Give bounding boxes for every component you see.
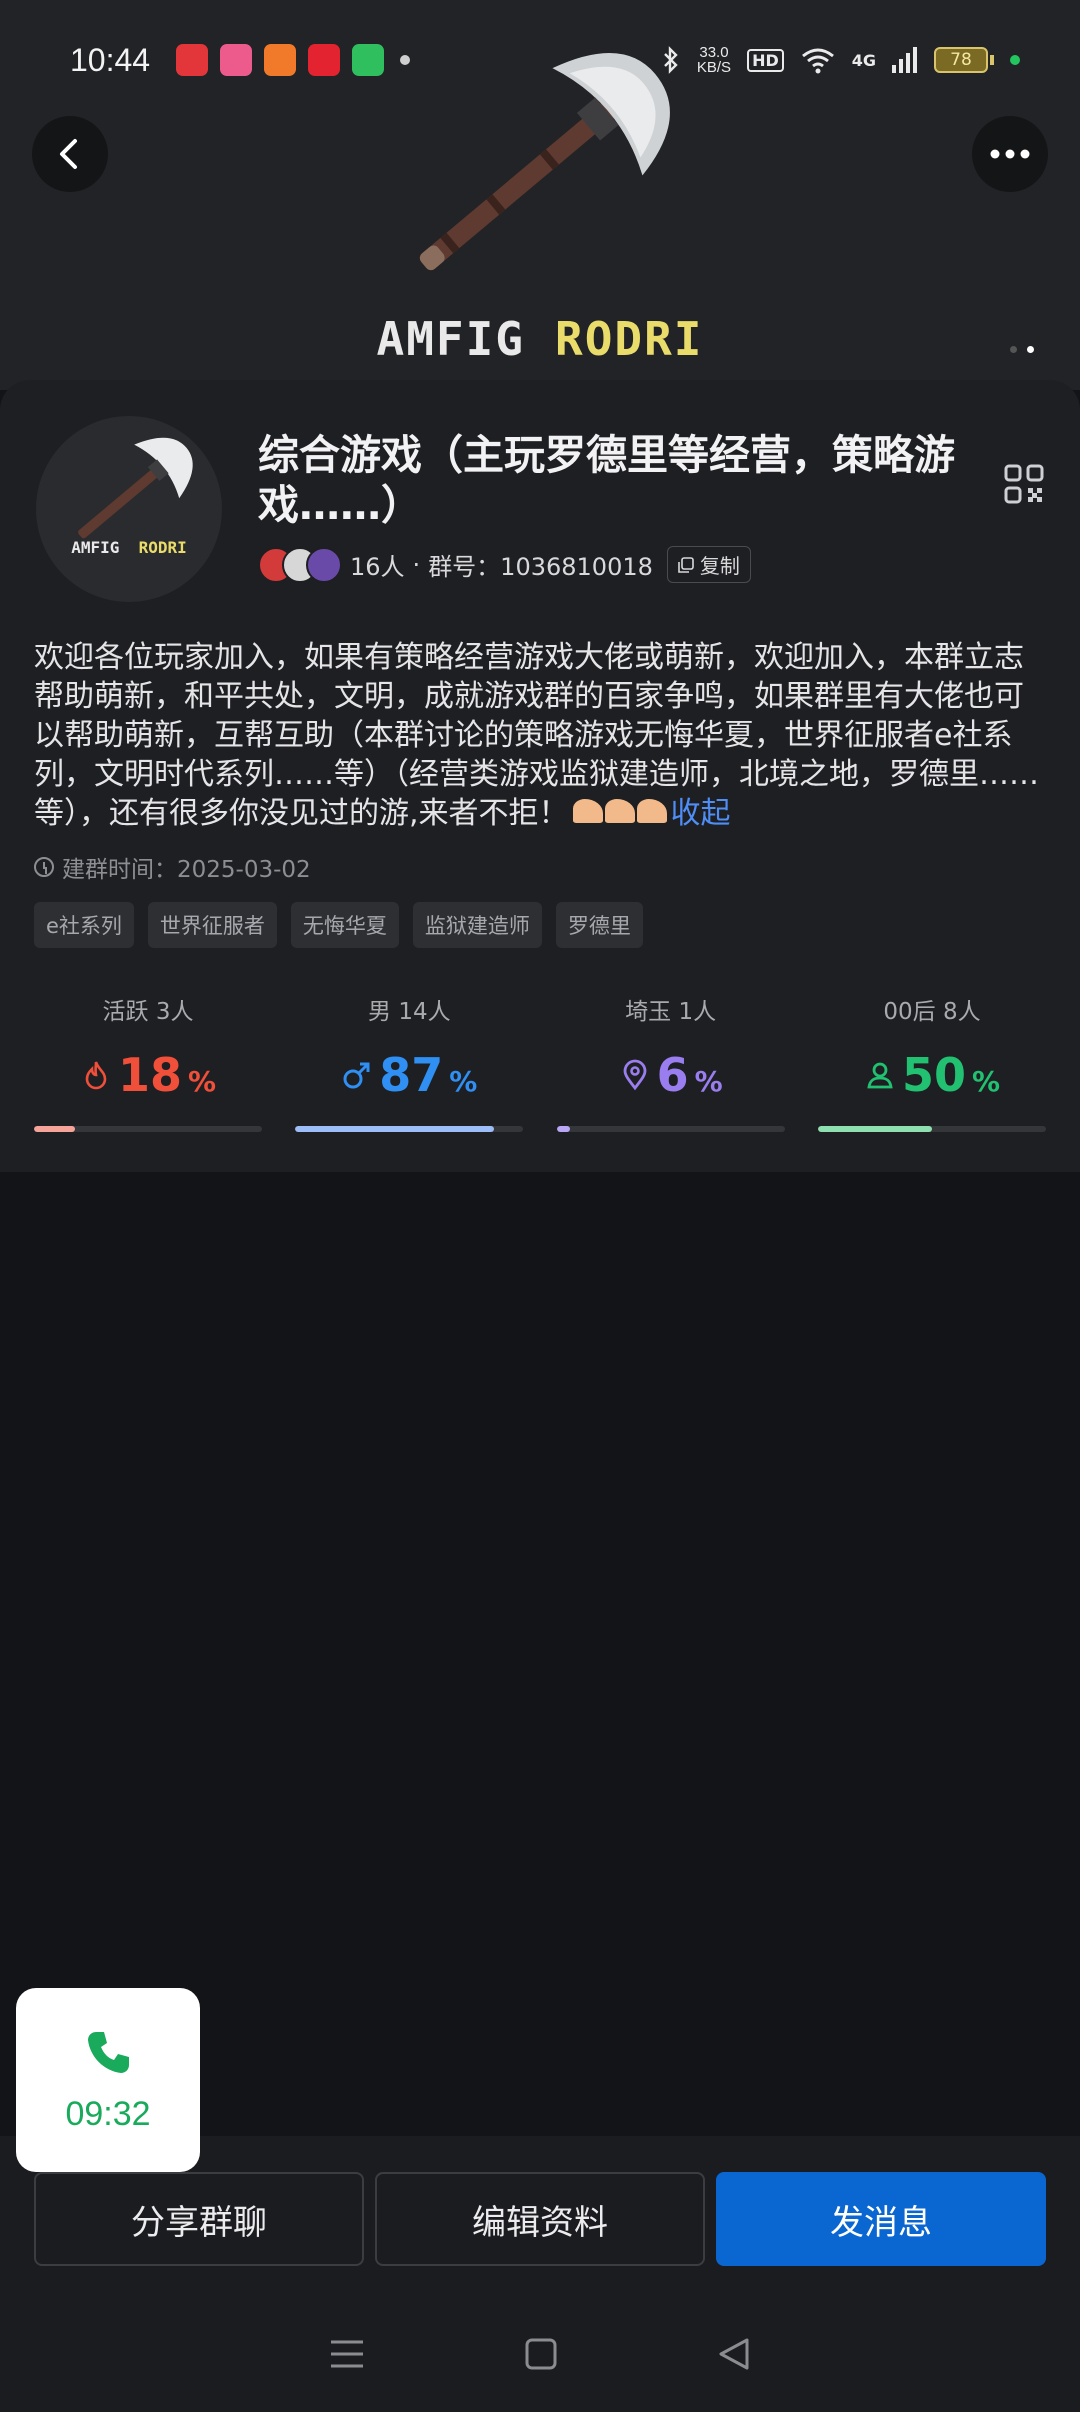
member-avatar (306, 546, 342, 583)
qr-code-icon[interactable] (1004, 464, 1044, 504)
stat-bar (295, 1126, 524, 1132)
ongoing-call-widget[interactable]: 09:32 (16, 1988, 200, 2172)
avatar-title: AMFIG RODRI (71, 538, 187, 557)
stat-bar-fill (295, 1126, 494, 1132)
stat-value: 50% (818, 1048, 1046, 1102)
stat-bar (34, 1126, 262, 1132)
male-icon (343, 1062, 370, 1089)
cover-pager (1010, 346, 1034, 353)
stat-gender[interactable]: 男 14人 87% (295, 992, 524, 1132)
group-id: 群号：1036810018 (428, 553, 653, 581)
send-message-button[interactable]: 发消息 (716, 2172, 1046, 2266)
stat-label: 男 14人 (368, 999, 451, 1025)
member-count: 16人 (350, 553, 405, 581)
back-button[interactable] (32, 116, 108, 192)
tag-list: e社系列 世界征服者 无悔华夏 监狱建造师 罗德里 (34, 902, 643, 948)
wifi-icon (801, 48, 834, 74)
member-stats: 活跃 3人 18% 男 14人 87% 埼玉 1人 6% 00后 8人 50 % (34, 992, 1046, 1132)
stat-bar-fill (556, 1126, 571, 1132)
tag[interactable]: e社系列 (34, 902, 134, 948)
edit-profile-button[interactable]: 编辑资料 (375, 2172, 705, 2266)
app-notification-icon (220, 44, 253, 76)
game-title: AMFIG RODRI (0, 312, 1080, 366)
clock-icon (34, 857, 54, 877)
stat-active[interactable]: 活跃 3人 18% (34, 992, 262, 1132)
home-square-icon[interactable] (524, 2337, 558, 2371)
flame-icon (85, 1061, 107, 1090)
battery-indicator: 78 (934, 47, 988, 73)
network-speed: 33.0 KB/S (696, 44, 732, 76)
app-notification-icon (352, 44, 385, 76)
stat-bar-fill (34, 1126, 76, 1132)
phone-icon (88, 2031, 129, 2073)
share-group-button[interactable]: 分享群聊 (34, 2172, 364, 2266)
game-title-yellow: RODRI (555, 312, 704, 366)
group-meta: 16人 · 群号：1036810018 复制 (258, 546, 751, 583)
more-notifications-dot (400, 55, 411, 65)
tag[interactable]: 无悔华夏 (290, 902, 399, 948)
created-date: 建群时间：2025-03-02 (34, 850, 311, 884)
app-notification-icon (176, 44, 209, 76)
stat-bar (817, 1126, 1046, 1132)
stat-age[interactable]: 00后 8人 50% (817, 992, 1046, 1132)
privacy-indicator-dot (1010, 55, 1020, 65)
tag[interactable]: 罗德里 (555, 902, 643, 948)
stat-location[interactable]: 埼玉 1人 6% (556, 992, 785, 1132)
notification-app-icons (176, 44, 385, 76)
menu-icon[interactable] (329, 2338, 365, 2370)
stat-value: 6% (557, 1048, 785, 1102)
stat-bar-fill (817, 1126, 932, 1132)
more-button[interactable] (972, 116, 1048, 192)
stat-number: 50 (901, 1048, 966, 1102)
signal-label: 4G (851, 50, 876, 70)
status-time: 10:44 (70, 41, 151, 78)
collapse-link[interactable]: 收起 (671, 796, 731, 831)
group-info-card: AMFIG RODRI 综合游戏（主玩罗德里等经营，策略游戏……） 16人 · … (0, 380, 1080, 1172)
stat-label: 活跃 3人 (102, 999, 194, 1025)
stat-value: 18% (34, 1048, 262, 1102)
description-text: 欢迎各位玩家加入，如果有策略经营游戏大佬或萌新，欢迎加入，本群立志帮助萌新，和平… (34, 640, 1039, 831)
person-icon (867, 1062, 893, 1089)
axe-avatar-icon (78, 437, 193, 539)
app-notification-icon (264, 44, 297, 76)
group-avatar[interactable]: AMFIG RODRI (36, 416, 222, 602)
created-text: 建群时间：2025-03-02 (62, 857, 311, 883)
stat-label: 00后 8人 (883, 999, 981, 1025)
stat-bar (556, 1126, 785, 1132)
tag[interactable]: 监狱建造师 (412, 902, 542, 948)
meta-separator: · (412, 550, 421, 579)
stat-number: 18 (117, 1048, 182, 1102)
group-profile-page: AMFIG RODRI 10:44 33.0 KB/S HD 4G 78 AMF… (0, 0, 1080, 2412)
signal-bars-icon (892, 47, 917, 73)
system-nav-bar (0, 2306, 1080, 2402)
app-notification-icon (308, 44, 341, 76)
game-title-white: AMFIG (376, 312, 525, 366)
stat-number: 87 (379, 1048, 444, 1102)
call-duration: 09:32 (65, 2094, 151, 2133)
location-pin-icon (623, 1059, 647, 1091)
group-description: 欢迎各位玩家加入，如果有策略经营游戏大佬或萌新，欢迎加入，本群立志帮助萌新，和平… (34, 638, 1044, 833)
group-name: 综合游戏（主玩罗德里等经营，策略游戏……） (258, 431, 955, 529)
hd-badge: HD (747, 48, 784, 72)
stat-label: 埼玉 1人 (625, 999, 717, 1025)
member-avatars[interactable] (258, 546, 342, 583)
chevron-left-icon (60, 139, 77, 169)
tag[interactable]: 世界征服者 (147, 902, 277, 948)
bluetooth-icon (664, 46, 678, 74)
status-bar: 10:44 33.0 KB/S HD 4G 78 (0, 0, 1080, 120)
pray-emoji-icons (572, 799, 667, 823)
copy-label: 复制 (699, 554, 740, 578)
copy-icon (678, 556, 694, 573)
stat-number: 6 (656, 1048, 689, 1102)
stat-value: 87% (295, 1048, 523, 1102)
copy-button[interactable]: 复制 (666, 546, 751, 583)
back-triangle-icon[interactable] (717, 2337, 751, 2371)
more-horizontal-icon (990, 149, 1030, 159)
